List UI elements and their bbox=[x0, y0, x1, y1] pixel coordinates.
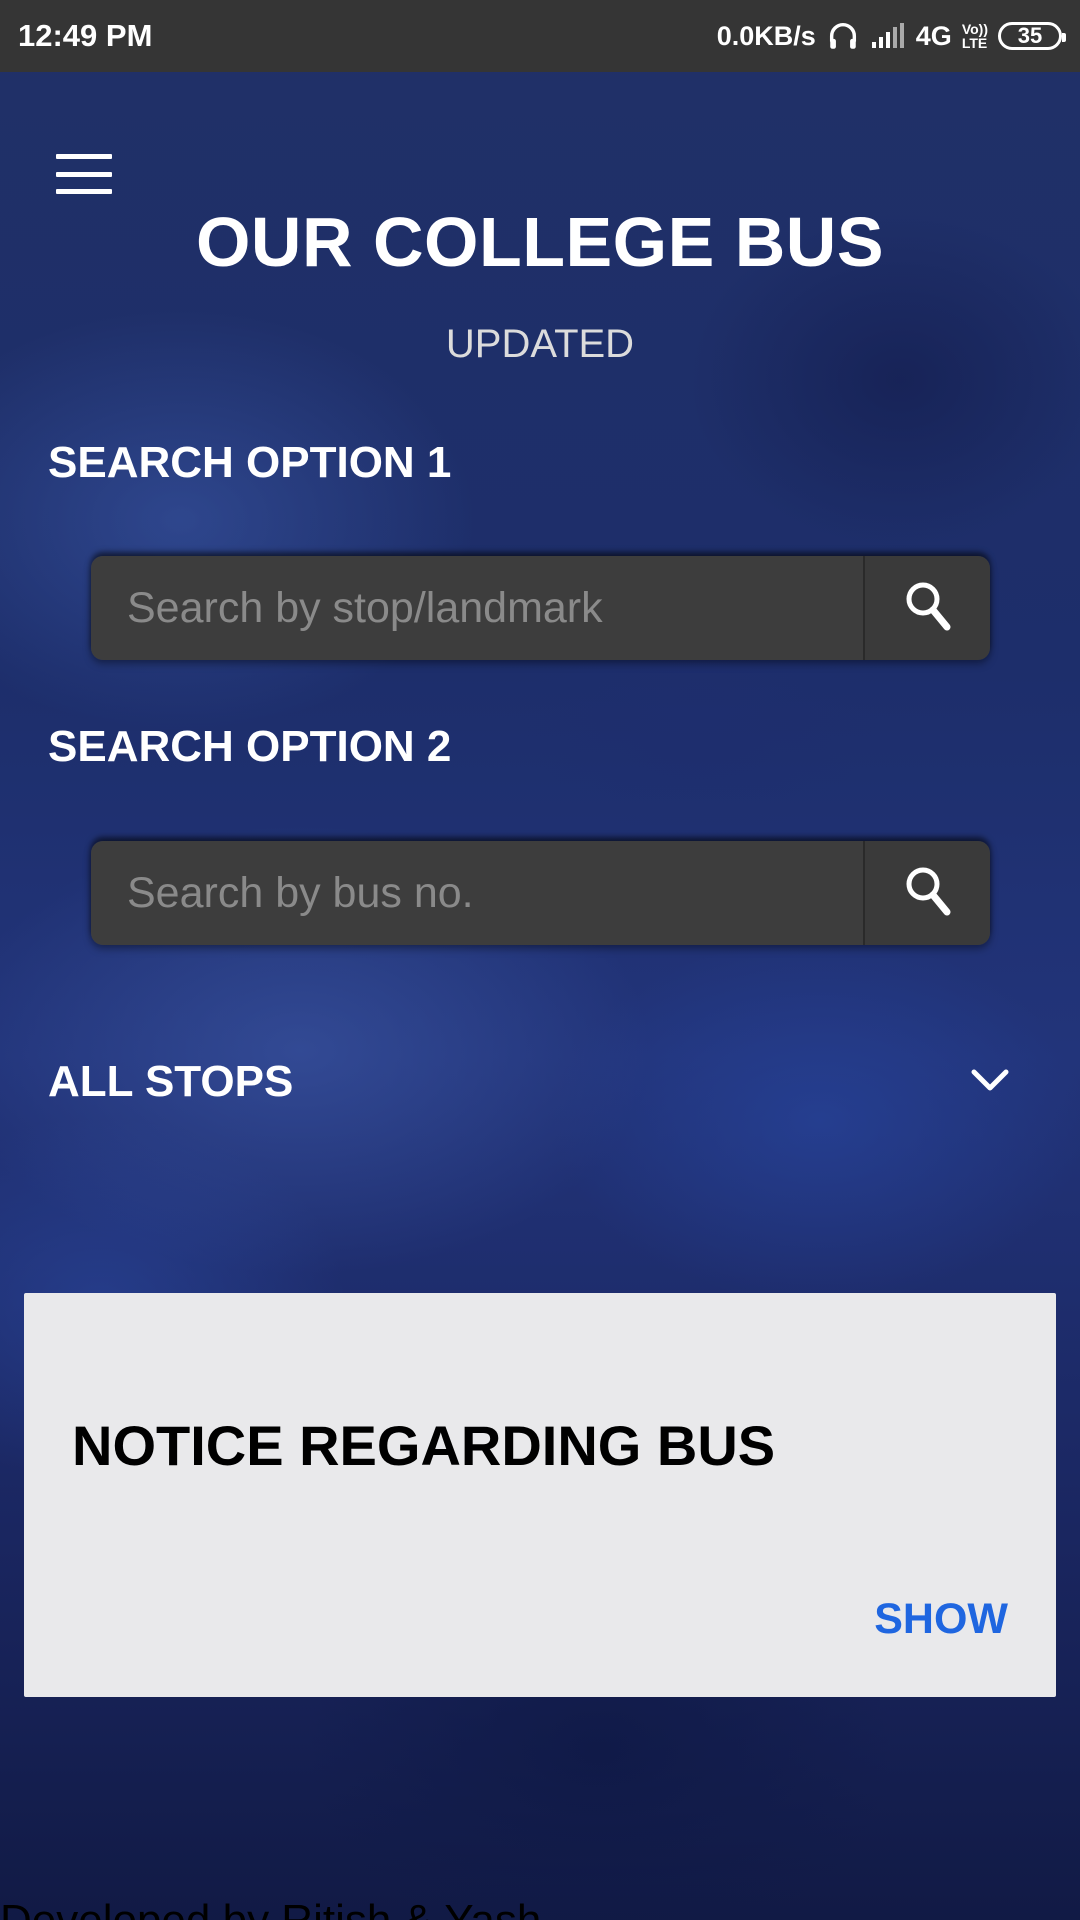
volte-indicator: Vo)) LTE bbox=[962, 22, 988, 50]
search-option-2-label: SEARCH OPTION 2 bbox=[48, 722, 452, 771]
battery-level: 35 bbox=[1017, 23, 1043, 48]
network-type: 4G bbox=[915, 20, 952, 51]
notice-card: NOTICE REGARDING BUS SHOW bbox=[24, 1293, 1056, 1697]
all-stops-label: ALL STOPS bbox=[48, 1057, 294, 1106]
status-bar: 12:49 PM 0.0KB/s 4G Vo)) LTE 35 bbox=[0, 0, 1080, 72]
menu-icon[interactable] bbox=[56, 154, 112, 194]
network-speed: 0.0KB/s bbox=[716, 20, 816, 51]
page-title: OUR COLLEGE BUS bbox=[195, 203, 885, 281]
search-icon bbox=[903, 864, 953, 923]
search-bar-bus bbox=[91, 841, 990, 945]
stop-search-button[interactable] bbox=[863, 556, 990, 660]
search-option-1-label: SEARCH OPTION 1 bbox=[48, 438, 452, 487]
search-bar-stop bbox=[91, 556, 990, 660]
battery-icon: 35 bbox=[998, 22, 1066, 50]
stop-search-input[interactable] bbox=[91, 556, 863, 660]
status-indicators: 0.0KB/s 4G Vo)) LTE 35 bbox=[716, 19, 1066, 53]
signal-icon bbox=[870, 22, 906, 50]
show-notice-button[interactable]: SHOW bbox=[874, 1595, 1008, 1644]
notice-title: NOTICE REGARDING BUS bbox=[72, 1414, 776, 1477]
all-stops-toggle[interactable]: ALL STOPS bbox=[48, 1050, 1032, 1114]
bus-search-input[interactable] bbox=[91, 841, 863, 945]
headphones-icon bbox=[826, 19, 860, 53]
volte-bottom: LTE bbox=[961, 35, 988, 51]
page-subtitle: UPDATED bbox=[445, 322, 635, 366]
bus-search-button[interactable] bbox=[863, 841, 990, 945]
status-time: 12:49 PM bbox=[18, 18, 153, 53]
volte-top: Vo)) bbox=[961, 21, 988, 37]
chevron-down-icon bbox=[970, 1067, 1010, 1098]
developer-credit: Developed by Ritish & Yash bbox=[0, 1896, 541, 1920]
search-icon bbox=[903, 579, 953, 638]
